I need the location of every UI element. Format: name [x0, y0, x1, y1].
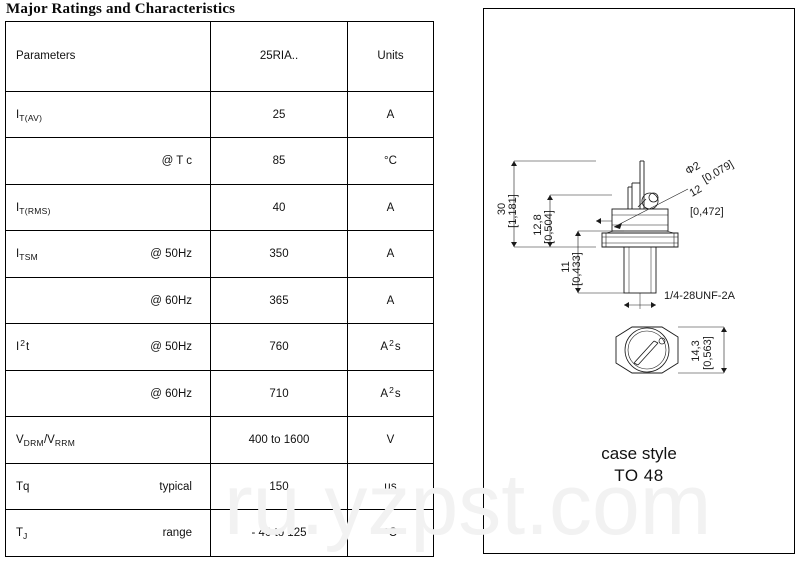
table-row: @ T c 85 °C	[5, 137, 434, 185]
param-cell-it-av-tc: @ T c	[5, 137, 211, 185]
units-itsm-50: A	[347, 230, 434, 278]
header-cell-units: Units	[347, 21, 434, 92]
units-it-av-tc: °C	[347, 137, 434, 185]
value-itsm-60: 365	[210, 276, 348, 325]
param-cell-it-rms: IT(RMS)	[5, 183, 211, 232]
units-itsm-60: A	[347, 276, 434, 325]
value-it-av-tc: 85	[210, 137, 348, 185]
param-label-it-av: IT(AV)	[16, 108, 43, 123]
param-label-vdrm-vrrm: VDRM/VRRM	[16, 434, 76, 449]
param-condition-60hz: @ 60Hz	[150, 294, 192, 307]
units-it-av: A	[347, 90, 434, 139]
case-outline-drawing: 30 [1,181] 12,8 [0,504] 11 [0,433] Φ2 [0…	[496, 158, 736, 374]
value-i2t-50: 760	[210, 323, 348, 371]
case-style-value: TO 48	[614, 466, 664, 485]
param-condition-tc: @ T c	[161, 155, 192, 168]
param-condition-50hz: @ 50Hz	[150, 248, 192, 261]
dim-lead-diameter-inch: [0,079]	[701, 158, 736, 185]
table-row: I2t @ 50Hz 760 A2s	[5, 323, 434, 371]
param-condition-50hz: @ 50Hz	[150, 341, 192, 354]
table-row: @ 60Hz 710 A2s	[5, 369, 434, 418]
dim-stud-length-inch: [0,433]	[571, 252, 583, 286]
dim-hex-width-inch: [0,563]	[702, 336, 714, 370]
value-it-rms: 40	[210, 183, 348, 232]
value-itsm-50: 350	[210, 230, 348, 278]
param-label-i2t: I2t	[16, 338, 30, 354]
ratings-table: Parameters 25RIA.. Units IT(AV) 25 A @ T…	[5, 21, 434, 557]
dim-lead-length: 12	[688, 183, 705, 200]
header-cell-type: 25RIA..	[210, 21, 348, 92]
value-i2t-60: 710	[210, 369, 348, 418]
param-label-itsm: ITSM	[16, 248, 39, 263]
table-row: IT(AV) 25 A	[5, 90, 434, 139]
units-tq: µs	[347, 462, 434, 511]
value-vdrm: 400 to 1600	[210, 416, 348, 464]
param-cell-i2t-50: I2t @ 50Hz	[5, 323, 211, 371]
table-row: IT(RMS) 40 A	[5, 183, 434, 232]
units-it-rms: A	[347, 183, 434, 232]
dim-body-height-inch: [0,504]	[543, 210, 555, 244]
param-label-tq: Tq	[16, 480, 30, 493]
dim-lead-length-inch: [0,472]	[690, 206, 724, 218]
table-row: @ 60Hz 365 A	[5, 276, 434, 325]
param-label-it-rms: IT(RMS)	[16, 201, 51, 216]
param-cell-tq: Tq typical	[5, 462, 211, 511]
table-header-row: Parameters 25RIA.. Units	[5, 21, 434, 92]
header-label-parameters: Parameters	[16, 50, 76, 63]
units-i2t-50: A2s	[347, 323, 434, 371]
table-row: ITSM @ 50Hz 350 A	[5, 230, 434, 278]
table-row: VDRM/VRRM 400 to 1600 V	[5, 416, 434, 464]
case-style-label: case style	[601, 444, 677, 463]
param-cell-it-av: IT(AV)	[5, 90, 211, 139]
param-cell-itsm-60: @ 60Hz	[5, 276, 211, 325]
page-title: Major Ratings and Characteristics	[6, 1, 236, 17]
units-i2t-60: A2s	[347, 369, 434, 418]
dim-overall-height-inch: [1,181]	[507, 194, 519, 228]
table-row: TJ range - 40 to 125 °C	[5, 509, 434, 557]
case-style-panel: 30 [1,181] 12,8 [0,504] 11 [0,433] Φ2 [0…	[483, 8, 795, 554]
value-tq: 150	[210, 462, 348, 511]
param-label-tj: TJ	[16, 527, 28, 542]
units-tj: °C	[347, 509, 434, 557]
value-it-av: 25	[210, 90, 348, 139]
param-condition-range: range	[162, 527, 192, 540]
param-cell-itsm-50: ITSM @ 50Hz	[5, 230, 211, 278]
header-cell-parameters: Parameters	[5, 21, 211, 92]
param-condition-60hz: @ 60Hz	[150, 387, 192, 400]
table-row: Tq typical 150 µs	[5, 462, 434, 511]
param-condition-typical: typical	[159, 480, 192, 493]
units-vdrm: V	[347, 416, 434, 464]
value-tj: - 40 to 125	[210, 509, 348, 557]
param-cell-tj: TJ range	[5, 509, 211, 557]
case-style-caption: case style TO 48	[484, 443, 794, 487]
dim-thread-callout: 1/4-28UNF-2A	[664, 290, 736, 302]
dim-hex-width: 14,3	[690, 340, 702, 361]
param-cell-vdrm: VDRM/VRRM	[5, 416, 211, 464]
param-cell-i2t-60: @ 60Hz	[5, 369, 211, 418]
